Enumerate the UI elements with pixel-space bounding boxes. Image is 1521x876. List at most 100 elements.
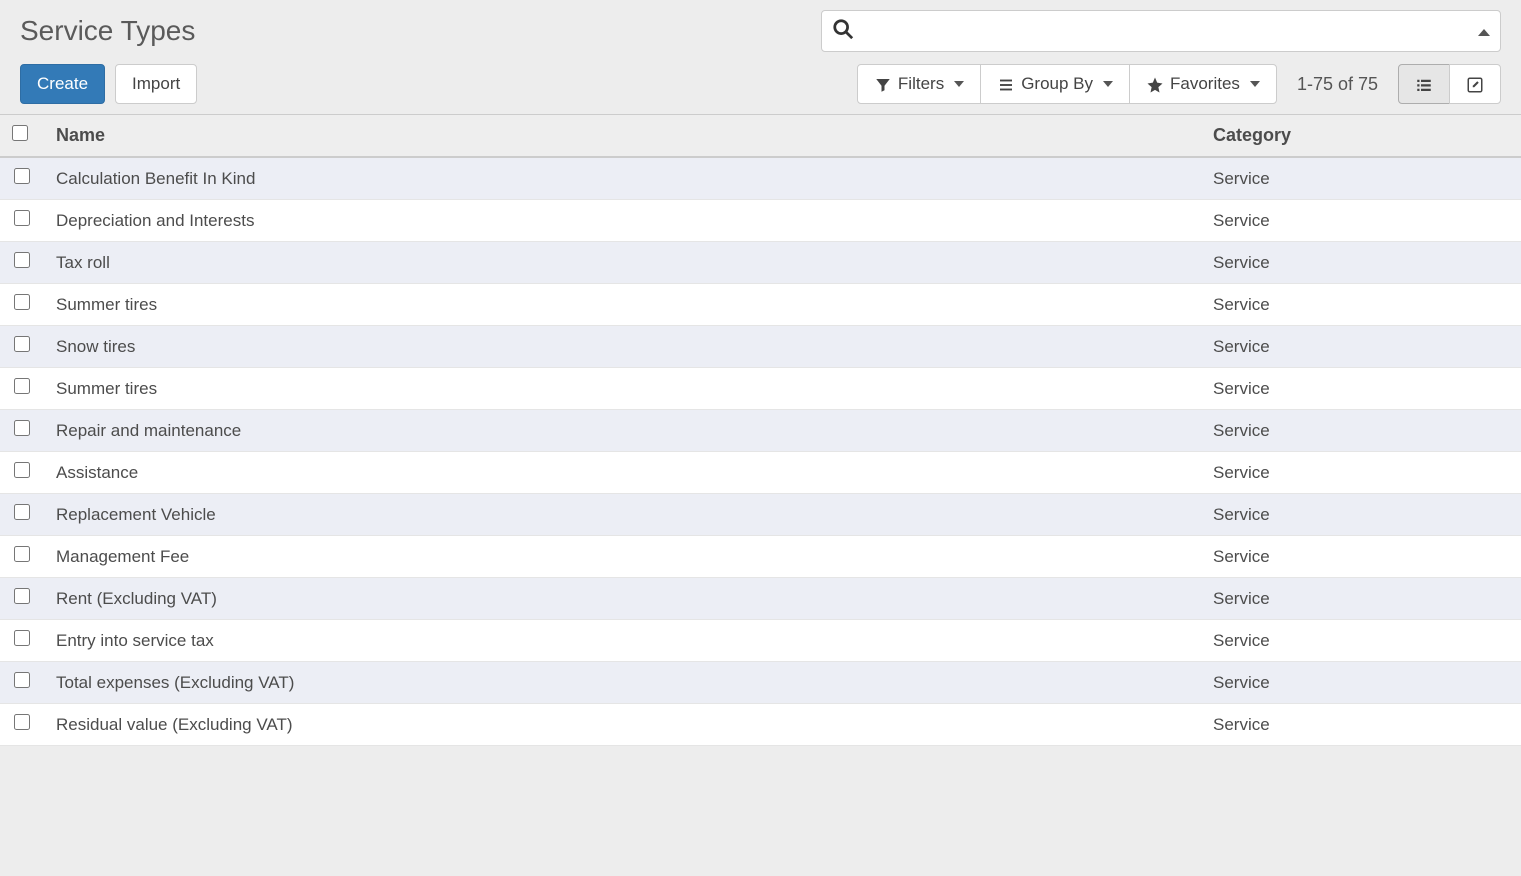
row-check-cell xyxy=(0,368,44,410)
filters-label: Filters xyxy=(898,74,944,94)
row-name: Management Fee xyxy=(44,536,1201,578)
table-row[interactable]: Repair and maintenanceService xyxy=(0,410,1521,452)
table-row[interactable]: Snow tiresService xyxy=(0,326,1521,368)
row-check-cell xyxy=(0,662,44,704)
row-checkbox[interactable] xyxy=(14,588,30,604)
row-category: Service xyxy=(1201,452,1521,494)
row-checkbox[interactable] xyxy=(14,714,30,730)
row-category: Service xyxy=(1201,242,1521,284)
row-name: Residual value (Excluding VAT) xyxy=(44,704,1201,746)
caret-down-icon xyxy=(954,81,964,87)
row-check-cell xyxy=(0,494,44,536)
list-view-button[interactable] xyxy=(1398,64,1450,104)
row-name: Repair and maintenance xyxy=(44,410,1201,452)
group-by-label: Group By xyxy=(1021,74,1093,94)
caret-down-icon xyxy=(1103,81,1113,87)
table-row[interactable]: Total expenses (Excluding VAT)Service xyxy=(0,662,1521,704)
row-checkbox[interactable] xyxy=(14,630,30,646)
filters-button[interactable]: Filters xyxy=(857,64,981,104)
col-header-name[interactable]: Name xyxy=(44,115,1201,158)
favorites-label: Favorites xyxy=(1170,74,1240,94)
row-check-cell xyxy=(0,620,44,662)
row-name: Replacement Vehicle xyxy=(44,494,1201,536)
row-check-cell xyxy=(0,704,44,746)
row-check-cell xyxy=(0,242,44,284)
import-button[interactable]: Import xyxy=(115,64,197,104)
view-switcher xyxy=(1398,64,1501,104)
row-category: Service xyxy=(1201,368,1521,410)
row-check-cell xyxy=(0,200,44,242)
row-category: Service xyxy=(1201,284,1521,326)
row-checkbox[interactable] xyxy=(14,546,30,562)
row-checkbox[interactable] xyxy=(14,294,30,310)
row-name: Summer tires xyxy=(44,284,1201,326)
col-header-category[interactable]: Category xyxy=(1201,115,1521,158)
table-row[interactable]: Rent (Excluding VAT)Service xyxy=(0,578,1521,620)
row-category: Service xyxy=(1201,620,1521,662)
row-checkbox[interactable] xyxy=(14,168,30,184)
table-row[interactable]: Calculation Benefit In KindService xyxy=(0,157,1521,200)
row-checkbox[interactable] xyxy=(14,336,30,352)
row-category: Service xyxy=(1201,200,1521,242)
pager-text[interactable]: 1-75 of 75 xyxy=(1297,74,1378,95)
row-category: Service xyxy=(1201,494,1521,536)
star-icon xyxy=(1146,74,1164,94)
search-input[interactable] xyxy=(862,11,1470,51)
table-row[interactable]: AssistanceService xyxy=(0,452,1521,494)
row-check-cell xyxy=(0,157,44,200)
row-checkbox[interactable] xyxy=(14,210,30,226)
select-all-checkbox[interactable] xyxy=(12,125,28,141)
table-row[interactable]: Summer tiresService xyxy=(0,368,1521,410)
row-category: Service xyxy=(1201,578,1521,620)
row-check-cell xyxy=(0,452,44,494)
table-row[interactable]: Management FeeService xyxy=(0,536,1521,578)
caret-down-icon xyxy=(1250,81,1260,87)
row-category: Service xyxy=(1201,704,1521,746)
search-box[interactable] xyxy=(821,10,1501,52)
row-check-cell xyxy=(0,410,44,452)
row-name: Entry into service tax xyxy=(44,620,1201,662)
row-category: Service xyxy=(1201,157,1521,200)
row-checkbox[interactable] xyxy=(14,462,30,478)
form-view-button[interactable] xyxy=(1449,64,1501,104)
row-checkbox[interactable] xyxy=(14,504,30,520)
search-options-group: Filters Group By Favorit xyxy=(857,64,1277,104)
control-panel: Service Types Create Import xyxy=(0,0,1521,114)
service-types-table: Name Category Calculation Benefit In Kin… xyxy=(0,114,1521,746)
row-checkbox[interactable] xyxy=(14,378,30,394)
row-checkbox[interactable] xyxy=(14,420,30,436)
row-category: Service xyxy=(1201,662,1521,704)
row-check-cell xyxy=(0,578,44,620)
page-title: Service Types xyxy=(20,15,195,47)
row-category: Service xyxy=(1201,410,1521,452)
row-name: Tax roll xyxy=(44,242,1201,284)
edit-icon xyxy=(1466,74,1484,94)
search-expand-icon[interactable] xyxy=(1478,23,1490,40)
list-view-icon xyxy=(1415,74,1433,94)
table-header-row: Name Category xyxy=(0,115,1521,158)
row-checkbox[interactable] xyxy=(14,672,30,688)
row-name: Total expenses (Excluding VAT) xyxy=(44,662,1201,704)
row-name: Rent (Excluding VAT) xyxy=(44,578,1201,620)
table-row[interactable]: Replacement VehicleService xyxy=(0,494,1521,536)
table-row[interactable]: Entry into service taxService xyxy=(0,620,1521,662)
favorites-button[interactable]: Favorites xyxy=(1129,64,1277,104)
search-icon xyxy=(832,18,854,44)
row-name: Calculation Benefit In Kind xyxy=(44,157,1201,200)
row-category: Service xyxy=(1201,326,1521,368)
row-check-cell xyxy=(0,536,44,578)
row-name: Assistance xyxy=(44,452,1201,494)
list-icon xyxy=(997,74,1015,94)
table-row[interactable]: Summer tiresService xyxy=(0,284,1521,326)
table-row[interactable]: Residual value (Excluding VAT)Service xyxy=(0,704,1521,746)
table-row[interactable]: Depreciation and InterestsService xyxy=(0,200,1521,242)
row-category: Service xyxy=(1201,536,1521,578)
row-check-cell xyxy=(0,326,44,368)
row-name: Depreciation and Interests xyxy=(44,200,1201,242)
select-all-header xyxy=(0,115,44,158)
row-checkbox[interactable] xyxy=(14,252,30,268)
table-row[interactable]: Tax rollService xyxy=(0,242,1521,284)
group-by-button[interactable]: Group By xyxy=(980,64,1130,104)
row-name: Summer tires xyxy=(44,368,1201,410)
create-button[interactable]: Create xyxy=(20,64,105,104)
